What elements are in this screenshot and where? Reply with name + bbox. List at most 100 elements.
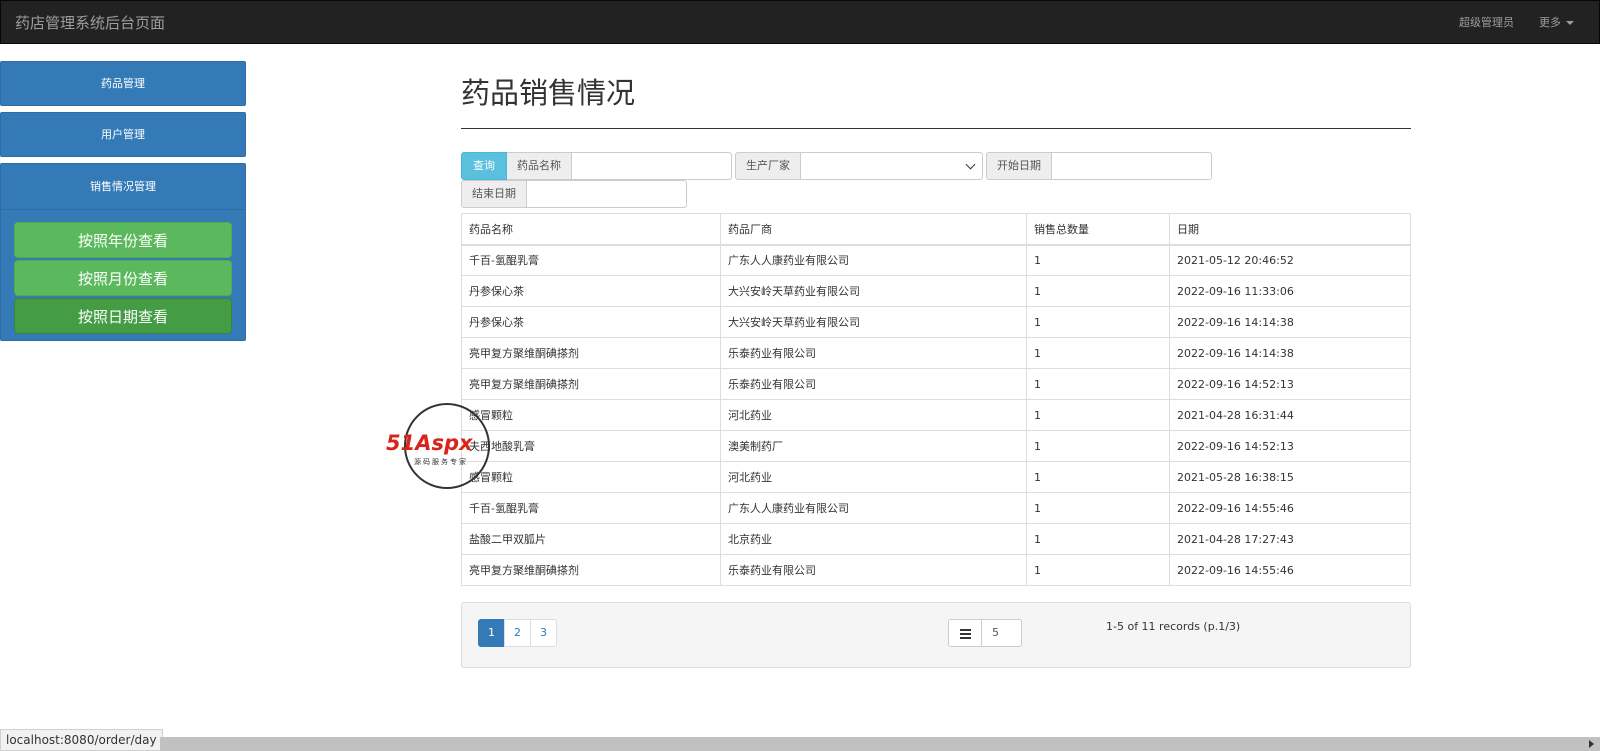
scroll-right-icon[interactable]	[1589, 740, 1594, 748]
manufacturer-label: 生产厂家	[735, 152, 801, 180]
page-2-button[interactable]: 2	[504, 619, 531, 647]
cell-date: 2021-04-28 16:31:44	[1169, 399, 1411, 431]
cell-total-quantity: 1	[1026, 523, 1170, 555]
sidebar-group-sales: 销售情况管理 按照年份查看 按照月份查看 按照日期查看	[0, 163, 246, 341]
horizontal-scrollbar[interactable]	[160, 737, 1600, 751]
table-row[interactable]: 丹参保心茶 大兴安岭天草药业有限公司 1 2022-09-16 14:14:38	[461, 306, 1411, 338]
col-header-drug-name[interactable]: 药品名称	[461, 213, 721, 246]
cell-drug-name: 亮甲复方聚维酮碘搽剂	[461, 337, 721, 369]
cell-total-quantity: 1	[1026, 337, 1170, 369]
cell-total-quantity: 1	[1026, 430, 1170, 462]
cell-date: 2021-05-28 16:38:15	[1169, 461, 1411, 493]
cell-total-quantity: 1	[1026, 244, 1170, 276]
table-row[interactable]: 亮甲复方聚维酮碘搽剂 乐泰药业有限公司 1 2022-09-16 14:52:13	[461, 368, 1411, 400]
table-row[interactable]: 千百-氢醌乳膏 广东人人康药业有限公司 1 2021-05-12 20:46:52	[461, 244, 1411, 276]
cell-date: 2022-09-16 14:55:46	[1169, 554, 1411, 586]
cell-manufacturer: 乐泰药业有限公司	[720, 554, 1027, 586]
sales-table: 药品名称 药品厂商 销售总数量 日期 千百-氢醌乳膏 广东人人康药业有限公司 1 20…	[461, 213, 1411, 586]
col-header-total-quantity[interactable]: 销售总数量	[1026, 213, 1170, 246]
pagination-panel: 1 2 3 5 1-5 of 11 records (p.1/3)	[461, 602, 1411, 668]
cell-manufacturer: 河北药业	[720, 399, 1027, 431]
table-row[interactable]: 感冒颗粒 河北药业 1 2021-04-28 16:31:44	[461, 399, 1411, 431]
navbar-right: 超级管理员 更多	[1459, 14, 1599, 30]
sidebar: 药品管理 用户管理 销售情况管理 按照年份查看 按照月份查看 按照日期查看	[0, 61, 246, 341]
table-row[interactable]: 夫西地酸乳膏 澳美制药厂 1 2022-09-16 14:52:13	[461, 430, 1411, 462]
records-info: 1-5 of 11 records (p.1/3)	[1106, 620, 1241, 633]
watermark-text: 51Aspx	[386, 431, 473, 455]
page-size-dropdown[interactable]: 5	[948, 619, 1022, 647]
cell-total-quantity: 1	[1026, 554, 1170, 586]
table-row[interactable]: 亮甲复方聚维酮碘搽剂 乐泰药业有限公司 1 2022-09-16 14:14:38	[461, 337, 1411, 369]
brand-title[interactable]: 药店管理系统后台页面	[15, 12, 165, 33]
cell-drug-name: 丹参保心茶	[461, 306, 721, 338]
cell-manufacturer: 广东人人康药业有限公司	[720, 244, 1027, 276]
col-header-date[interactable]: 日期	[1169, 213, 1411, 246]
list-icon[interactable]	[948, 619, 982, 647]
drug-name-label: 药品名称	[507, 152, 572, 180]
cell-manufacturer: 乐泰药业有限公司	[720, 368, 1027, 400]
page-size-value[interactable]: 5	[982, 619, 1022, 647]
pagination: 1 2 3	[478, 619, 557, 647]
page-1-button[interactable]: 1	[478, 619, 505, 647]
table-header-row: 药品名称 药品厂商 销售总数量 日期	[461, 213, 1411, 246]
manufacturer-select[interactable]	[801, 152, 983, 180]
view-by-month-button[interactable]: 按照月份查看	[14, 260, 232, 296]
view-by-year-button[interactable]: 按照年份查看	[14, 222, 232, 258]
col-header-manufacturer[interactable]: 药品厂商	[720, 213, 1027, 246]
end-date-input[interactable]	[527, 180, 687, 208]
cell-drug-name: 亮甲复方聚维酮碘搽剂	[461, 554, 721, 586]
table-row[interactable]: 丹参保心茶 大兴安岭天草药业有限公司 1 2022-09-16 11:33:06	[461, 275, 1411, 307]
cell-total-quantity: 1	[1026, 368, 1170, 400]
cell-total-quantity: 1	[1026, 399, 1170, 431]
watermark-logo: 51Aspx 源码服务专家	[386, 400, 506, 495]
table-row[interactable]: 感冒颗粒 河北药业 1 2021-05-28 16:38:15	[461, 461, 1411, 493]
query-button[interactable]: 查询	[461, 152, 507, 180]
cell-date: 2022-09-16 14:52:13	[1169, 430, 1411, 462]
cell-date: 2022-09-16 14:14:38	[1169, 337, 1411, 369]
cell-date: 2022-09-16 14:55:46	[1169, 492, 1411, 524]
cell-total-quantity: 1	[1026, 461, 1170, 493]
cell-drug-name: 亮甲复方聚维酮碘搽剂	[461, 368, 721, 400]
cell-date: 2022-09-16 14:14:38	[1169, 306, 1411, 338]
table-row[interactable]: 亮甲复方聚维酮碘搽剂 乐泰药业有限公司 1 2022-09-16 14:55:46	[461, 554, 1411, 586]
sidebar-item-drug-management[interactable]: 药品管理	[0, 61, 246, 106]
filter-row-2: 结束日期	[461, 180, 1411, 208]
drug-name-input[interactable]	[572, 152, 732, 180]
start-date-label: 开始日期	[986, 152, 1052, 180]
sidebar-item-user-management[interactable]: 用户管理	[0, 112, 246, 157]
chevron-down-icon	[965, 159, 976, 170]
cell-drug-name: 盐酸二甲双胍片	[461, 523, 721, 555]
admin-link[interactable]: 超级管理员	[1459, 14, 1514, 30]
cell-manufacturer: 大兴安岭天草药业有限公司	[720, 275, 1027, 307]
cell-drug-name: 丹参保心茶	[461, 275, 721, 307]
cell-manufacturer: 大兴安岭天草药业有限公司	[720, 306, 1027, 338]
top-navbar: 药店管理系统后台页面 超级管理员 更多	[0, 0, 1600, 44]
cell-manufacturer: 澳美制药厂	[720, 430, 1027, 462]
table-row[interactable]: 千百-氢醌乳膏 广东人人康药业有限公司 1 2022-09-16 14:55:46	[461, 492, 1411, 524]
cell-total-quantity: 1	[1026, 306, 1170, 338]
cell-manufacturer: 乐泰药业有限公司	[720, 337, 1027, 369]
status-bar-url: localhost:8080/order/day	[0, 729, 163, 751]
cell-total-quantity: 1	[1026, 275, 1170, 307]
more-label: 更多	[1539, 16, 1561, 29]
sidebar-item-sales-management[interactable]: 销售情况管理	[1, 164, 245, 210]
more-dropdown[interactable]: 更多	[1539, 14, 1574, 30]
cell-drug-name: 千百-氢醌乳膏	[461, 492, 721, 524]
watermark-red: 51	[386, 431, 416, 455]
start-date-input[interactable]	[1052, 152, 1212, 180]
cell-date: 2021-05-12 20:46:52	[1169, 244, 1411, 276]
cell-manufacturer: 河北药业	[720, 461, 1027, 493]
page-title: 药品销售情况	[461, 70, 1411, 129]
page-3-button[interactable]: 3	[530, 619, 557, 647]
caret-down-icon	[1566, 21, 1574, 25]
view-by-day-button[interactable]: 按照日期查看	[14, 298, 232, 334]
cell-manufacturer: 北京药业	[720, 523, 1027, 555]
watermark-subtitle: 源码服务专家	[414, 458, 468, 466]
main-content: 药品销售情况 查询 药品名称 生产厂家 开始日期 结束日期 药品名称 药品厂商 …	[461, 70, 1411, 668]
table-body: 千百-氢醌乳膏 广东人人康药业有限公司 1 2021-05-12 20:46:52 丹参…	[461, 244, 1411, 586]
table-row[interactable]: 盐酸二甲双胍片 北京药业 1 2021-04-28 17:27:43	[461, 523, 1411, 555]
cell-total-quantity: 1	[1026, 492, 1170, 524]
cell-drug-name: 千百-氢醌乳膏	[461, 244, 721, 276]
cell-manufacturer: 广东人人康药业有限公司	[720, 492, 1027, 524]
cell-date: 2021-04-28 17:27:43	[1169, 523, 1411, 555]
